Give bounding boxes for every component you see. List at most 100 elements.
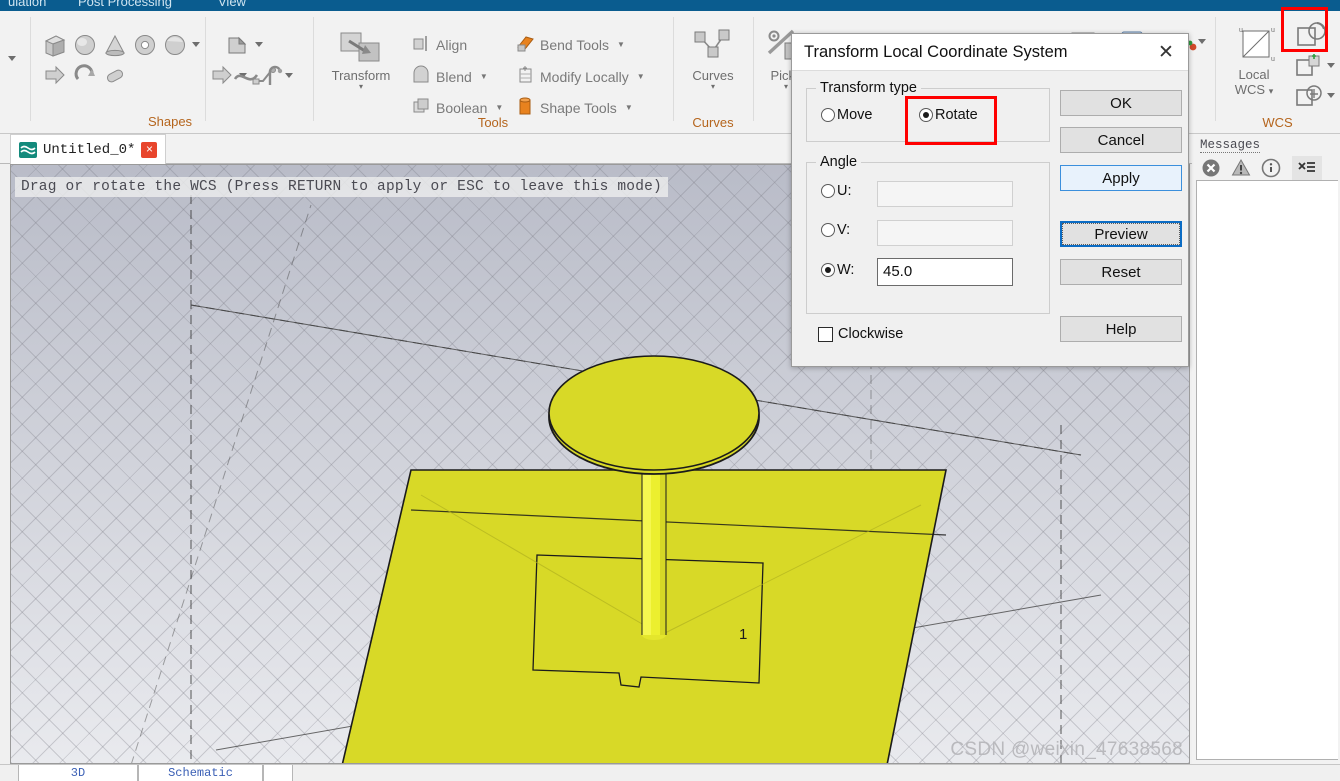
cancel-button[interactable]: Cancel xyxy=(1060,127,1182,153)
text-dropdown-icon[interactable] xyxy=(1196,36,1208,46)
clockwise-checkbox[interactable]: Clockwise xyxy=(818,326,903,342)
local-wcs-label-1: Local xyxy=(1238,67,1270,82)
bottom-tab-bar: 3D Schematic xyxy=(0,764,1340,781)
modify-locally-icon xyxy=(515,65,535,88)
angle-w-input[interactable]: 45.0 xyxy=(877,258,1013,286)
bottom-tab-schematic[interactable]: Schematic xyxy=(138,765,263,781)
curve-wire-icon[interactable] xyxy=(262,63,288,89)
cone-icon[interactable] xyxy=(102,32,128,58)
radio-angle-u-dot xyxy=(821,184,835,198)
transform-type-legend: Transform type xyxy=(816,80,921,96)
radio-rotate-label: Rotate xyxy=(935,107,978,123)
radio-angle-v[interactable]: V: xyxy=(821,222,850,238)
menu-item-post-processing[interactable]: Post Processing xyxy=(78,0,172,9)
preview-button-label: Preview xyxy=(1062,223,1180,245)
angle-v-input[interactable] xyxy=(877,220,1013,246)
tool-boolean-dropdown-icon[interactable]: ▼ xyxy=(495,103,503,112)
close-icon[interactable]: × xyxy=(141,141,158,158)
transform-button-label: Transform xyxy=(331,68,391,83)
angle-fieldset: Angle U: V: W: 45.0 xyxy=(806,154,1050,314)
error-filter-icon[interactable] xyxy=(1196,156,1226,180)
align-wcs-dropdown-icon[interactable] xyxy=(1325,60,1337,70)
radio-angle-w[interactable]: W: xyxy=(821,262,854,278)
warning-filter-icon[interactable] xyxy=(1226,156,1256,180)
info-filter-icon[interactable] xyxy=(1256,156,1286,180)
tool-bend-tools-dropdown-icon[interactable]: ▼ xyxy=(617,40,625,49)
clockwise-checkbox-box xyxy=(818,326,833,342)
clear-messages-icon[interactable] xyxy=(1292,156,1322,180)
transform-button[interactable]: Transform ▾ xyxy=(319,27,403,91)
apply-button[interactable]: Apply xyxy=(1060,165,1182,191)
wave-icon xyxy=(19,141,37,158)
curves-button[interactable]: Curves ▾ xyxy=(673,27,753,91)
local-wcs-dropdown-icon[interactable]: ▾ xyxy=(1269,86,1274,96)
ellipsoid-icon[interactable] xyxy=(162,32,188,58)
radio-angle-u[interactable]: U: xyxy=(821,183,852,199)
document-tab[interactable]: Untitled_0* × xyxy=(10,134,167,164)
dialog-title-bar: Transform Local Coordinate System ✕ xyxy=(792,34,1188,71)
angle-legend: Angle xyxy=(816,154,862,170)
curves-button-label: Curves xyxy=(692,68,734,83)
ribbon-group-tools: Transform ▾ Align Blend ▼ Boolean ▼ Bend… xyxy=(313,11,673,134)
shape-group-dropdown-icon[interactable] xyxy=(6,53,18,63)
transform-wcs-icon[interactable] xyxy=(1295,20,1329,50)
extrude-face-icon[interactable] xyxy=(223,32,249,58)
wire-icon[interactable] xyxy=(232,63,262,89)
radio-move[interactable]: Move xyxy=(821,107,872,123)
document-tab-label: Untitled_0* xyxy=(43,141,136,158)
shape-index-label: 1 xyxy=(739,626,747,643)
loft-icon[interactable] xyxy=(102,63,128,89)
tool-bend-tools[interactable]: Bend Tools ▼ xyxy=(515,33,625,56)
shapes-dropdown-icon[interactable] xyxy=(190,39,202,49)
tool-blend[interactable]: Blend ▼ xyxy=(411,65,488,88)
extrude-face-dropdown-icon[interactable] xyxy=(253,39,265,49)
radio-move-label: Move xyxy=(837,107,873,123)
menu-item-view[interactable]: View xyxy=(218,0,246,9)
dialog-close-icon[interactable]: ✕ xyxy=(1148,38,1184,67)
svg-text:u: u xyxy=(1239,27,1243,34)
bottom-tab-extra[interactable] xyxy=(263,765,293,781)
transform-type-fieldset: Transform type Move Rotate xyxy=(806,80,1050,142)
brick-icon[interactable] xyxy=(42,32,68,58)
tool-modify-locally[interactable]: Modify Locally ▼ xyxy=(515,65,645,88)
radio-angle-w-dot xyxy=(821,263,835,277)
torus-icon[interactable] xyxy=(132,32,158,58)
local-wcs-button[interactable]: u u u Local WCS ▾ xyxy=(1217,25,1291,97)
tool-boolean-label: Boolean xyxy=(436,99,488,116)
ribbon-group-label-tools: Tools xyxy=(477,115,509,130)
curves-dropdown-icon[interactable]: ▾ xyxy=(673,83,753,91)
bend-tools-icon xyxy=(515,33,535,56)
wcs-anchor-dropdown-icon[interactable] xyxy=(1325,90,1337,100)
tool-align[interactable]: Align xyxy=(411,33,467,56)
blend-icon xyxy=(411,65,431,88)
messages-list[interactable] xyxy=(1196,180,1338,760)
tool-modify-locally-dropdown-icon[interactable]: ▼ xyxy=(637,72,645,81)
messages-title: Messages xyxy=(1200,138,1261,153)
watermark-text: CSDN @weixin_47638568 xyxy=(950,739,1183,760)
wcs-anchor-icon[interactable] xyxy=(1295,83,1323,109)
tool-shape-tools-dropdown-icon[interactable]: ▼ xyxy=(625,103,633,112)
ribbon-group-label-shapes: Shapes xyxy=(147,114,193,129)
ok-button[interactable]: OK xyxy=(1060,90,1182,116)
tool-blend-label: Blend xyxy=(436,68,472,85)
preview-button[interactable]: Preview xyxy=(1060,221,1182,247)
ribbon-group-label-wcs: WCS xyxy=(1262,115,1293,130)
viewport-status-text: Drag or rotate the WCS (Press RETURN to … xyxy=(15,177,668,197)
clockwise-label: Clockwise xyxy=(838,326,904,342)
help-button[interactable]: Help xyxy=(1060,316,1182,342)
reset-button[interactable]: Reset xyxy=(1060,259,1182,285)
rotate-shape-icon[interactable] xyxy=(72,63,98,89)
angle-u-input[interactable] xyxy=(877,181,1013,207)
tool-blend-dropdown-icon[interactable]: ▼ xyxy=(480,72,488,81)
align-wcs-icon[interactable] xyxy=(1295,53,1323,79)
radio-angle-v-dot xyxy=(821,223,835,237)
transform-dropdown-icon[interactable]: ▾ xyxy=(319,83,403,91)
radio-angle-v-label: V: xyxy=(837,222,851,238)
sphere-icon[interactable] xyxy=(72,32,98,58)
radio-move-dot xyxy=(821,108,835,122)
menu-item-simulation[interactable]: ulation xyxy=(8,0,46,9)
ribbon-group-wcs: u u u Local WCS ▾ WCS xyxy=(1215,11,1340,134)
radio-rotate[interactable]: Rotate xyxy=(919,107,978,123)
bottom-tab-3d[interactable]: 3D xyxy=(18,765,138,781)
extrude-icon[interactable] xyxy=(42,63,68,89)
